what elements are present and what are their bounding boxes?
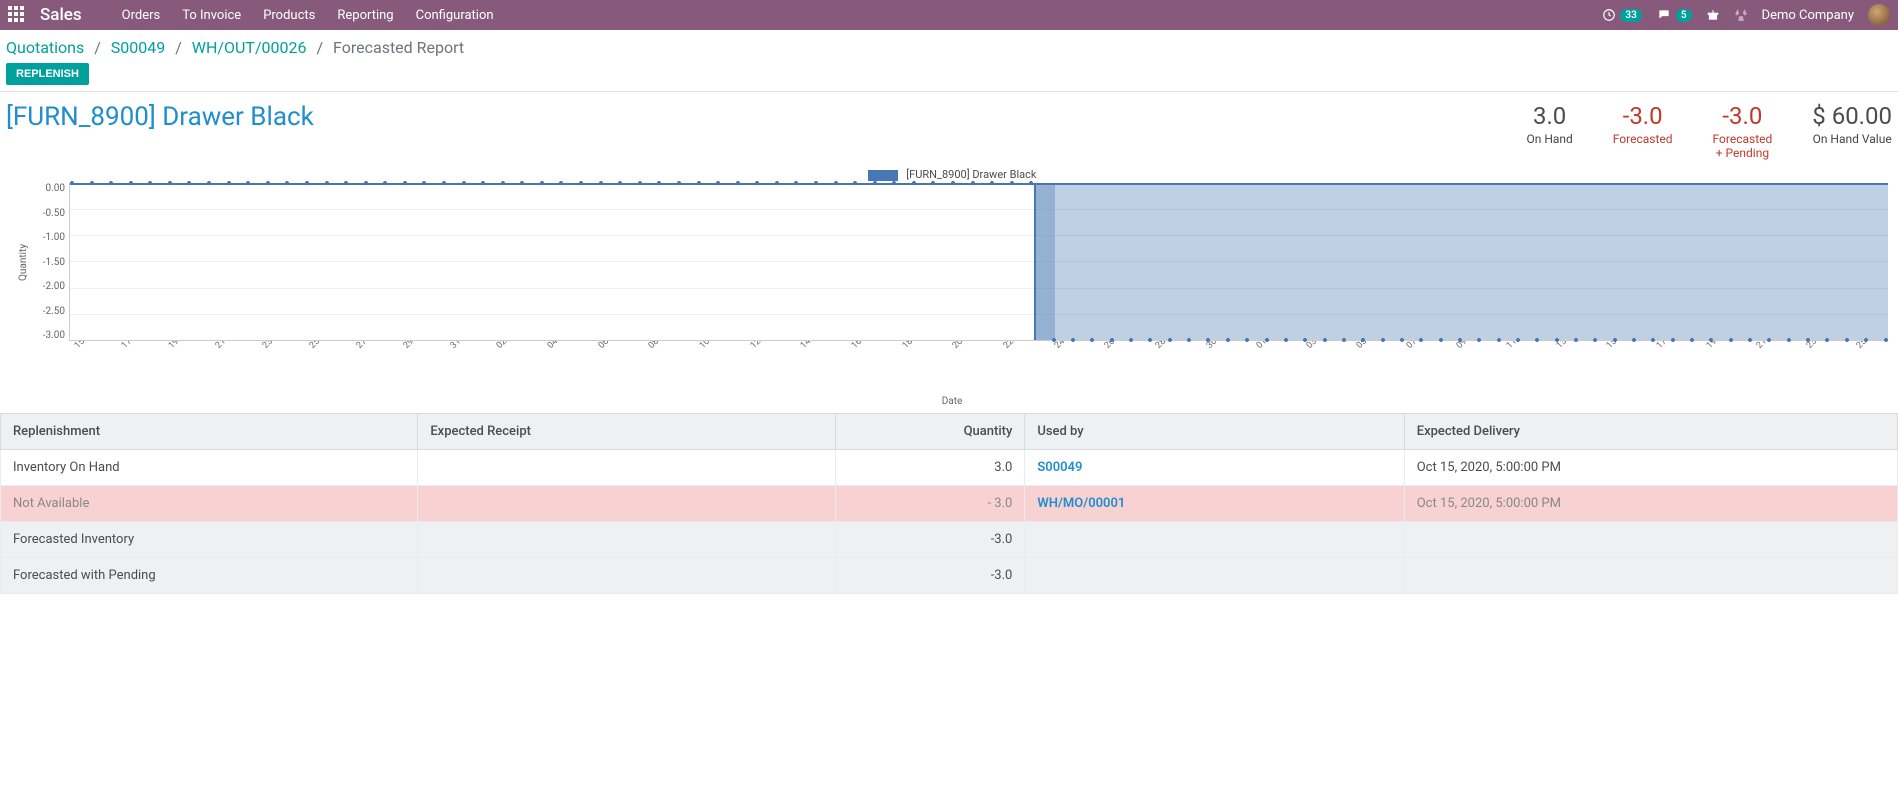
link-S00049[interactable]: S00049: [1037, 460, 1082, 475]
chart-ylabel: Quantity: [16, 183, 31, 341]
col-replenishment: Replenishment: [1, 414, 418, 450]
control-panel: Quotations / S00049 / WH/OUT/00026 / For…: [0, 30, 1898, 92]
activity-badge: 33: [1620, 9, 1641, 22]
legend-label: [FURN_8900] Drawer Black: [906, 168, 1036, 181]
chart-yaxis: 0.00-0.50-1.00-1.50-2.00-2.50-3.00: [31, 183, 69, 341]
table-row: Not Available- 3.0WH/MO/00001Oct 15, 202…: [1, 486, 1898, 522]
stats: 3.0 On Hand -3.0 Forecasted -3.0 Forecas…: [1526, 102, 1892, 160]
user-avatar[interactable]: [1868, 4, 1890, 26]
tools-icon[interactable]: [1734, 8, 1748, 22]
top-navbar: Sales Orders To Invoice Products Reporti…: [0, 0, 1898, 30]
product-title[interactable]: [FURN_8900] Drawer Black: [6, 102, 1506, 160]
messages-badge: 5: [1676, 9, 1692, 22]
chart-xaxis: 15 Jul 202017 Jul 202019 Jul 202021 Jul …: [70, 341, 1888, 396]
table-row: Inventory On Hand3.0S00049Oct 15, 2020, …: [1, 450, 1898, 486]
stat-on-hand[interactable]: 3.0 On Hand: [1526, 102, 1572, 160]
nav-products[interactable]: Products: [263, 8, 315, 23]
chart-legend: [FURN_8900] Drawer Black: [16, 166, 1888, 183]
replenish-button[interactable]: REPLENISH: [6, 63, 89, 85]
stat-forecasted[interactable]: -3.0 Forecasted: [1613, 102, 1673, 160]
col-expected-delivery: Expected Delivery: [1404, 414, 1897, 450]
activity-icon[interactable]: 33: [1602, 8, 1641, 22]
header-row: [FURN_8900] Drawer Black 3.0 On Hand -3.…: [0, 92, 1898, 160]
chart-line-flat: [70, 183, 1034, 185]
breadcrumb: Quotations / S00049 / WH/OUT/00026 / For…: [6, 38, 1892, 57]
forecast-table: Replenishment Expected Receipt Quantity …: [0, 413, 1898, 594]
table-row: Forecasted Inventory-3.0: [1, 522, 1898, 558]
nav-menu: Orders To Invoice Products Reporting Con…: [122, 8, 1603, 23]
chart-plot[interactable]: [69, 183, 1888, 341]
chart-area-fill: [1034, 183, 1888, 340]
col-expected-receipt: Expected Receipt: [418, 414, 835, 450]
messages-icon[interactable]: 5: [1656, 8, 1692, 22]
nav-right: 33 5 Demo Company: [1602, 4, 1890, 26]
company-name[interactable]: Demo Company: [1762, 8, 1854, 23]
nav-configuration[interactable]: Configuration: [416, 8, 494, 23]
stat-on-hand-value[interactable]: $ 60.00 On Hand Value: [1812, 102, 1892, 160]
stat-forecasted-pending[interactable]: -3.0 Forecasted + Pending: [1713, 102, 1773, 160]
nav-reporting[interactable]: Reporting: [337, 8, 393, 23]
col-used-by: Used by: [1025, 414, 1404, 450]
crumb-quotations[interactable]: Quotations: [6, 38, 84, 57]
crumb-order[interactable]: S00049: [111, 38, 165, 57]
gift-icon[interactable]: [1706, 8, 1720, 22]
nav-orders[interactable]: Orders: [122, 8, 161, 23]
app-name[interactable]: Sales: [40, 5, 82, 25]
apps-icon[interactable]: [8, 6, 26, 24]
table-row: Forecasted with Pending-3.0: [1, 558, 1898, 594]
chart-xlabel: Date: [16, 396, 1888, 407]
legend-swatch-icon: [868, 170, 898, 181]
link-WH/MO/00001[interactable]: WH/MO/00001: [1037, 496, 1125, 511]
forecast-chart: [FURN_8900] Drawer Black Quantity 0.00-0…: [0, 160, 1898, 409]
crumb-transfer[interactable]: WH/OUT/00026: [192, 38, 307, 57]
nav-to-invoice[interactable]: To Invoice: [182, 8, 241, 23]
crumb-current: Forecasted Report: [333, 38, 464, 57]
col-quantity: Quantity: [835, 414, 1025, 450]
